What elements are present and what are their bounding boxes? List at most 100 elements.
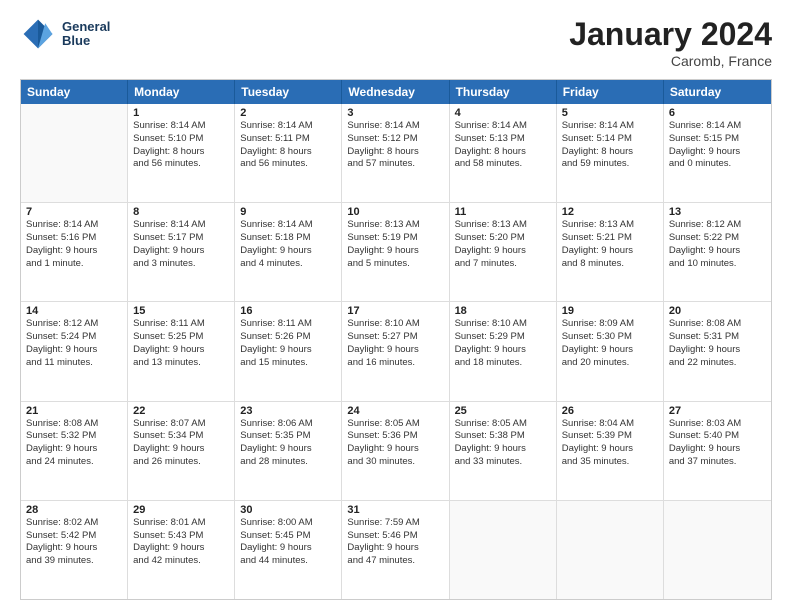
cell-line: Sunrise: 8:14 AM bbox=[347, 120, 443, 133]
cell-line: and 0 minutes. bbox=[669, 158, 766, 171]
cell-line: and 8 minutes. bbox=[562, 258, 658, 271]
cell-line: Sunrise: 8:07 AM bbox=[133, 418, 229, 431]
cell-line: Daylight: 9 hours bbox=[26, 542, 122, 555]
cell-line: Sunset: 5:39 PM bbox=[562, 430, 658, 443]
calendar-header: SundayMondayTuesdayWednesdayThursdayFrid… bbox=[21, 80, 771, 104]
month-title: January 2024 bbox=[569, 16, 772, 53]
cell-line: Sunrise: 8:02 AM bbox=[26, 517, 122, 530]
cell-line: Sunrise: 8:06 AM bbox=[240, 418, 336, 431]
day-number: 25 bbox=[455, 405, 551, 417]
cell-line: Sunrise: 8:05 AM bbox=[347, 418, 443, 431]
day-number: 26 bbox=[562, 405, 658, 417]
day-number: 24 bbox=[347, 405, 443, 417]
calendar-cell: 17Sunrise: 8:10 AMSunset: 5:27 PMDayligh… bbox=[342, 302, 449, 400]
cell-line: and 24 minutes. bbox=[26, 456, 122, 469]
cell-line: Sunset: 5:24 PM bbox=[26, 331, 122, 344]
cell-line: Sunset: 5:16 PM bbox=[26, 232, 122, 245]
cell-line: Sunrise: 8:13 AM bbox=[562, 219, 658, 232]
cell-line: Sunset: 5:46 PM bbox=[347, 530, 443, 543]
calendar-body: 1Sunrise: 8:14 AMSunset: 5:10 PMDaylight… bbox=[21, 104, 771, 599]
cell-line: Daylight: 9 hours bbox=[669, 344, 766, 357]
day-number: 1 bbox=[133, 107, 229, 119]
cell-line: and 33 minutes. bbox=[455, 456, 551, 469]
day-number: 18 bbox=[455, 305, 551, 317]
calendar-cell: 4Sunrise: 8:14 AMSunset: 5:13 PMDaylight… bbox=[450, 104, 557, 202]
cell-line: Sunrise: 8:01 AM bbox=[133, 517, 229, 530]
cell-line: and 47 minutes. bbox=[347, 555, 443, 568]
cell-line: Sunset: 5:35 PM bbox=[240, 430, 336, 443]
calendar-cell: 19Sunrise: 8:09 AMSunset: 5:30 PMDayligh… bbox=[557, 302, 664, 400]
cell-line: Daylight: 9 hours bbox=[26, 443, 122, 456]
cell-line: and 5 minutes. bbox=[347, 258, 443, 271]
day-number: 17 bbox=[347, 305, 443, 317]
calendar-row: 7Sunrise: 8:14 AMSunset: 5:16 PMDaylight… bbox=[21, 203, 771, 302]
cell-line: Daylight: 9 hours bbox=[133, 344, 229, 357]
calendar-cell: 11Sunrise: 8:13 AMSunset: 5:20 PMDayligh… bbox=[450, 203, 557, 301]
cell-line: and 18 minutes. bbox=[455, 357, 551, 370]
calendar-cell: 25Sunrise: 8:05 AMSunset: 5:38 PMDayligh… bbox=[450, 402, 557, 500]
cell-line: Daylight: 9 hours bbox=[26, 245, 122, 258]
day-number: 11 bbox=[455, 206, 551, 218]
cell-line: Sunset: 5:19 PM bbox=[347, 232, 443, 245]
cell-line: Sunset: 5:11 PM bbox=[240, 133, 336, 146]
cell-line: Daylight: 9 hours bbox=[240, 245, 336, 258]
logo-line2: Blue bbox=[62, 34, 110, 48]
cell-line: Sunrise: 8:09 AM bbox=[562, 318, 658, 331]
calendar-cell: 14Sunrise: 8:12 AMSunset: 5:24 PMDayligh… bbox=[21, 302, 128, 400]
cell-line: Daylight: 9 hours bbox=[455, 344, 551, 357]
cell-line: Daylight: 9 hours bbox=[133, 443, 229, 456]
day-number: 15 bbox=[133, 305, 229, 317]
cell-line: and 4 minutes. bbox=[240, 258, 336, 271]
cell-line: Daylight: 8 hours bbox=[240, 146, 336, 159]
day-number: 21 bbox=[26, 405, 122, 417]
calendar-cell bbox=[21, 104, 128, 202]
header: General Blue January 2024 Caromb, France bbox=[20, 16, 772, 69]
calendar-cell: 18Sunrise: 8:10 AMSunset: 5:29 PMDayligh… bbox=[450, 302, 557, 400]
weekday-header: Thursday bbox=[450, 80, 557, 104]
cell-line: Sunset: 5:12 PM bbox=[347, 133, 443, 146]
cell-line: Daylight: 9 hours bbox=[455, 443, 551, 456]
day-number: 13 bbox=[669, 206, 766, 218]
cell-line: Sunset: 5:25 PM bbox=[133, 331, 229, 344]
cell-line: and 11 minutes. bbox=[26, 357, 122, 370]
cell-line: Sunrise: 8:12 AM bbox=[669, 219, 766, 232]
weekday-header: Saturday bbox=[664, 80, 771, 104]
calendar: SundayMondayTuesdayWednesdayThursdayFrid… bbox=[20, 79, 772, 600]
weekday-header: Wednesday bbox=[342, 80, 449, 104]
day-number: 27 bbox=[669, 405, 766, 417]
cell-line: Daylight: 8 hours bbox=[562, 146, 658, 159]
day-number: 4 bbox=[455, 107, 551, 119]
cell-line: Sunset: 5:29 PM bbox=[455, 331, 551, 344]
day-number: 31 bbox=[347, 504, 443, 516]
calendar-row: 14Sunrise: 8:12 AMSunset: 5:24 PMDayligh… bbox=[21, 302, 771, 401]
cell-line: and 26 minutes. bbox=[133, 456, 229, 469]
cell-line: Daylight: 9 hours bbox=[133, 245, 229, 258]
cell-line: Daylight: 9 hours bbox=[133, 542, 229, 555]
cell-line: Sunrise: 8:14 AM bbox=[240, 120, 336, 133]
calendar-row: 28Sunrise: 8:02 AMSunset: 5:42 PMDayligh… bbox=[21, 501, 771, 599]
day-number: 19 bbox=[562, 305, 658, 317]
calendar-cell bbox=[664, 501, 771, 599]
calendar-cell: 24Sunrise: 8:05 AMSunset: 5:36 PMDayligh… bbox=[342, 402, 449, 500]
cell-line: and 58 minutes. bbox=[455, 158, 551, 171]
calendar-cell: 23Sunrise: 8:06 AMSunset: 5:35 PMDayligh… bbox=[235, 402, 342, 500]
cell-line: Sunset: 5:42 PM bbox=[26, 530, 122, 543]
cell-line: Sunrise: 8:11 AM bbox=[240, 318, 336, 331]
calendar-cell bbox=[557, 501, 664, 599]
cell-line: Daylight: 8 hours bbox=[455, 146, 551, 159]
day-number: 29 bbox=[133, 504, 229, 516]
page: General Blue January 2024 Caromb, France… bbox=[0, 0, 792, 612]
cell-line: and 15 minutes. bbox=[240, 357, 336, 370]
cell-line: and 16 minutes. bbox=[347, 357, 443, 370]
cell-line: and 44 minutes. bbox=[240, 555, 336, 568]
cell-line: and 37 minutes. bbox=[669, 456, 766, 469]
day-number: 30 bbox=[240, 504, 336, 516]
day-number: 2 bbox=[240, 107, 336, 119]
calendar-cell: 29Sunrise: 8:01 AMSunset: 5:43 PMDayligh… bbox=[128, 501, 235, 599]
cell-line: Sunset: 5:34 PM bbox=[133, 430, 229, 443]
cell-line: Sunset: 5:17 PM bbox=[133, 232, 229, 245]
calendar-cell: 20Sunrise: 8:08 AMSunset: 5:31 PMDayligh… bbox=[664, 302, 771, 400]
cell-line: and 22 minutes. bbox=[669, 357, 766, 370]
cell-line: Sunset: 5:15 PM bbox=[669, 133, 766, 146]
logo: General Blue bbox=[20, 16, 110, 52]
